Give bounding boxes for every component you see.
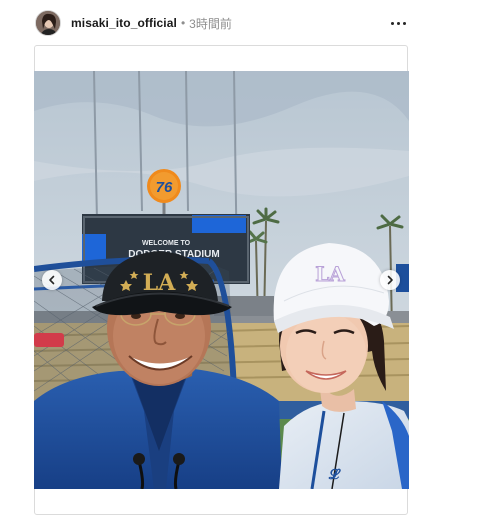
username-link[interactable]: misaki_ito_official: [71, 16, 177, 30]
next-image-button[interactable]: [380, 270, 400, 290]
post-header: misaki_ito_official • 3時間前: [35, 9, 410, 37]
post-photo[interactable]: 76 WELCOME TO DODGER STADIUM: [34, 71, 409, 489]
photo-illustration: 76 WELCOME TO DODGER STADIUM: [34, 71, 409, 489]
jacket-logo-mark: 𝓛: [328, 467, 341, 483]
separator-dot: •: [180, 16, 186, 30]
previous-image-button[interactable]: [42, 270, 62, 290]
scoreboard-welcome-text: WELCOME TO: [142, 240, 191, 247]
more-dot: [396, 21, 400, 25]
sign-76-text: 76: [156, 179, 173, 196]
avatar[interactable]: [35, 10, 61, 36]
more-dot: [402, 21, 406, 25]
avatar-image: [36, 11, 60, 35]
instagram-post: misaki_ito_official • 3時間前 76 WELCOME TO…: [0, 0, 480, 518]
more-options-button[interactable]: [386, 13, 410, 33]
cap-logo-text-left: LA: [143, 270, 176, 296]
chevron-left-icon: [49, 275, 55, 285]
more-horizontal-icon: [390, 21, 394, 25]
post-timestamp: 3時間前: [189, 16, 232, 31]
cap-logo-text-right: LA: [315, 262, 345, 286]
chevron-right-icon: [387, 275, 393, 285]
